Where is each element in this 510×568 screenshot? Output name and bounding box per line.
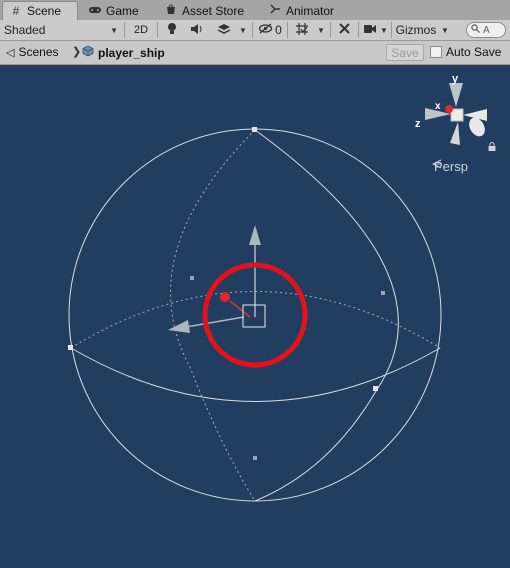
collider-handle-bottom[interactable] <box>253 456 257 460</box>
grid-toggle[interactable] <box>290 21 314 39</box>
toolbar-divider <box>330 22 331 38</box>
toolbar-divider <box>157 22 158 38</box>
collider-meridian-front <box>254 129 399 502</box>
eye-slash-icon <box>258 23 273 37</box>
search-icon <box>471 24 480 36</box>
chevron-down-icon: ▼ <box>380 25 388 35</box>
scene-viewport[interactable]: x y z Persp <box>0 65 510 568</box>
move-handle-x-axis[interactable] <box>229 300 251 318</box>
camera-dropdown[interactable]: ▼ <box>379 21 389 39</box>
move-tool-gizmo[interactable] <box>168 225 266 333</box>
camera-icon <box>363 23 377 37</box>
orientation-neg-y-cone[interactable] <box>450 122 460 145</box>
orientation-center-cube[interactable] <box>450 108 464 122</box>
tab-asset-store[interactable]: Asset Store <box>158 1 252 20</box>
prefab-breadcrumb-bar: ◁ Scenes ❯ player_ship Save Auto Save <box>0 41 510 65</box>
chevron-down-icon: ▼ <box>317 25 325 35</box>
grid-dropdown[interactable]: ▼ <box>315 21 327 39</box>
hidden-objects-toggle[interactable]: 0 <box>256 21 284 39</box>
tab-animator[interactable]: Animator <box>262 1 346 20</box>
breadcrumb-player-ship[interactable]: player_ship <box>82 45 165 60</box>
grid-snap-icon <box>295 22 309 39</box>
move-handle-center-plane[interactable] <box>242 304 266 328</box>
chevron-down-icon: ▼ <box>441 25 449 35</box>
search-value: A <box>483 24 490 36</box>
collider-meridian-back <box>170 129 256 502</box>
collider-handle-top[interactable] <box>252 127 257 132</box>
move-handle-y-arrow[interactable] <box>249 225 261 245</box>
orientation-gizmo[interactable]: x y z <box>415 73 488 145</box>
shading-mode-label: Shaded <box>4 23 46 37</box>
gizmos-button[interactable]: Gizmos <box>394 21 438 39</box>
search-input[interactable]: A <box>466 22 506 38</box>
orientation-x-label: x <box>435 101 441 112</box>
move-handle-z-axis[interactable] <box>185 316 245 328</box>
camera-settings-button[interactable] <box>361 21 379 39</box>
prefab-cube-icon <box>82 45 94 60</box>
orientation-y-cone[interactable] <box>449 83 463 107</box>
grid-icon: # <box>12 4 20 18</box>
audio-toggle[interactable] <box>186 21 208 39</box>
toolbar-divider <box>124 22 125 38</box>
tab-label: Asset Store <box>182 3 245 18</box>
hidden-count: 0 <box>275 23 282 37</box>
animator-icon <box>268 3 282 18</box>
collider-handle-right-back[interactable] <box>381 291 385 295</box>
collider-handle-front[interactable] <box>373 386 378 391</box>
tab-label: Scene <box>27 4 62 18</box>
collider-equator-front <box>70 347 441 402</box>
orientation-y-label: y <box>452 73 459 85</box>
effects-toggle[interactable] <box>212 21 236 39</box>
window-tab-bar: # Scene Game Asset Store Animator <box>0 0 510 21</box>
collider-hidden-guide <box>120 140 390 175</box>
breadcrumb-separator: ❯ <box>72 46 82 58</box>
tab-label: Game <box>106 3 139 18</box>
layers-icon <box>217 23 231 38</box>
auto-save-label: Auto Save <box>446 45 502 59</box>
collider-handle-left[interactable] <box>68 345 73 350</box>
gamepad-icon <box>88 4 102 18</box>
breadcrumb-root-label: Scenes <box>18 45 59 59</box>
tab-game[interactable]: Game <box>82 1 156 20</box>
tab-scene[interactable]: # Scene <box>2 1 78 20</box>
breadcrumb-scenes[interactable]: ◁ Scenes <box>6 45 59 59</box>
save-button[interactable]: Save <box>386 44 424 61</box>
gizmos-label: Gizmos <box>395 23 437 37</box>
speaker-icon <box>190 23 204 38</box>
projection-toggle[interactable]: Persp <box>432 159 468 174</box>
move-handle-x-tip[interactable] <box>220 292 230 302</box>
store-icon <box>164 3 178 18</box>
auto-save-checkbox[interactable] <box>430 46 442 58</box>
lighting-toggle[interactable] <box>161 21 183 39</box>
move-handle-z-arrow[interactable] <box>168 320 190 333</box>
toolbar-divider <box>287 22 288 38</box>
orientation-x-cone[interactable] <box>445 105 453 113</box>
lightbulb-icon <box>167 22 177 38</box>
save-label: Save <box>391 45 419 60</box>
orientation-z-label: z <box>415 118 421 130</box>
effects-dropdown[interactable]: ▼ <box>237 21 249 39</box>
scene-toolbar: Shaded ▼ 2D ▼ 0 ▼ ▼ Gizmos ▼ A <box>0 20 510 41</box>
gizmos-dropdown[interactable]: ▼ <box>439 21 451 39</box>
chevron-down-icon: ▼ <box>110 25 118 35</box>
breadcrumb-current-label: player_ship <box>98 45 165 60</box>
auto-save-toggle[interactable]: Auto Save <box>430 45 501 59</box>
shading-mode-dropdown[interactable]: Shaded ▼ <box>2 21 120 39</box>
mode-2d-toggle[interactable]: 2D <box>128 21 154 39</box>
collider-handle-left-back[interactable] <box>190 276 194 280</box>
mode-2d-label: 2D <box>133 24 149 36</box>
tools-icon <box>338 22 351 38</box>
toolbar-divider <box>358 22 359 38</box>
toolbar-divider <box>391 22 392 38</box>
toolbar-divider <box>252 22 253 38</box>
chevron-down-icon: ▼ <box>239 25 247 35</box>
back-chevron-icon: ◁ <box>6 46 15 59</box>
tools-button[interactable] <box>333 21 355 39</box>
tab-label: Animator <box>286 3 335 18</box>
